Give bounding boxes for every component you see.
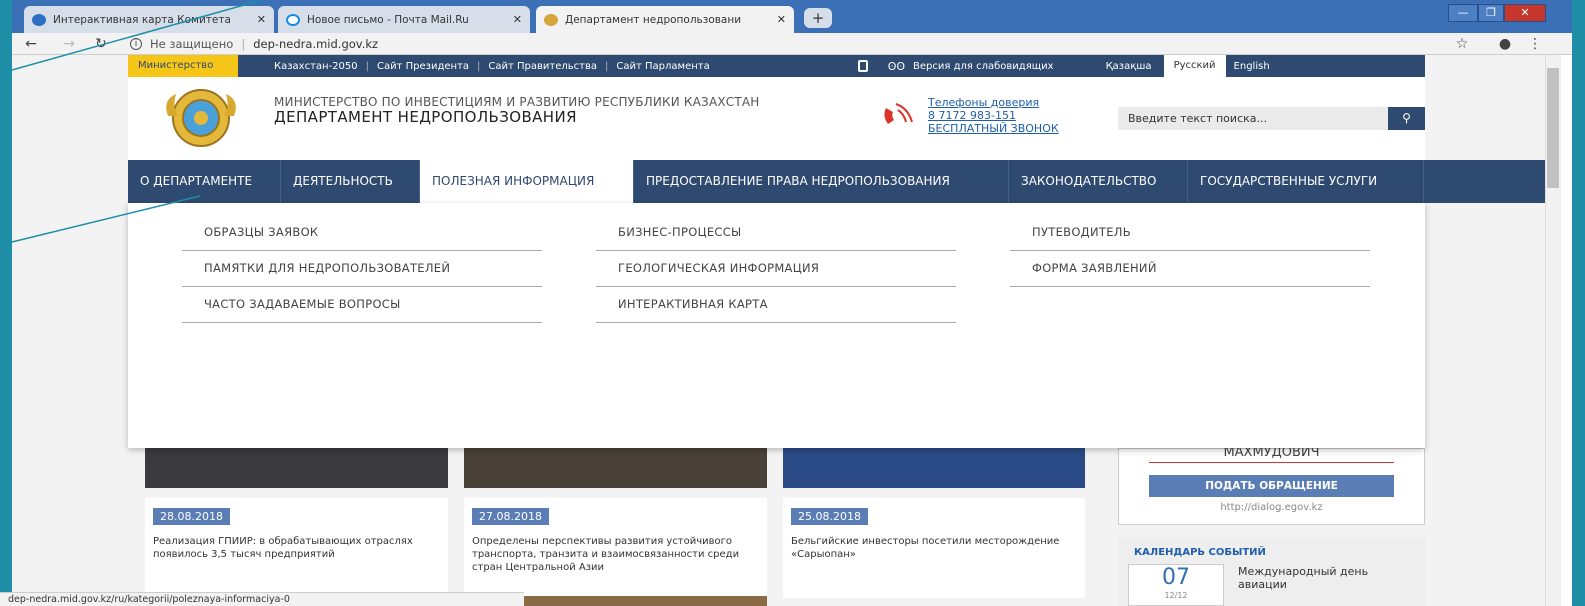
department-title: ДЕПАРТАМЕНТ НЕДРОПОЛЬЗОВАНИЯ bbox=[274, 108, 577, 126]
dropdown-column: БИЗНЕС-ПРОЦЕССЫ ГЕОЛОГИЧЕСКАЯ ИНФОРМАЦИЯ… bbox=[596, 217, 956, 323]
profile-icon[interactable]: ● bbox=[1494, 33, 1516, 55]
tab-label: Интерактивная карта Комитета bbox=[53, 13, 231, 26]
nav-activity[interactable]: ДЕЯТЕЛЬНОСТЬ bbox=[281, 160, 420, 203]
hotline-free[interactable]: БЕСПЛАТНЫЙ ЗВОНОК bbox=[928, 122, 1059, 135]
dropdown-item[interactable]: ЧАСТО ЗАДАВАЕМЫЕ ВОПРОСЫ bbox=[182, 289, 542, 323]
dropdown-item[interactable]: ГЕОЛОГИЧЕСКАЯ ИНФОРМАЦИЯ bbox=[596, 253, 956, 287]
calendar-title: КАЛЕНДАРЬ СОБЫТИЙ bbox=[1134, 547, 1266, 558]
reload-icon[interactable]: ↻ bbox=[90, 33, 112, 55]
map-favicon-icon bbox=[32, 13, 46, 26]
nav-subsoil-rights[interactable]: ПРЕДОСТАВЛЕНИЕ ПРАВА НЕДРОПОЛЬЗОВАНИЯ bbox=[634, 160, 1009, 203]
mail-favicon-icon bbox=[286, 13, 300, 26]
browser-tab-map[interactable]: Интерактивная карта Комитета ✕ bbox=[24, 6, 274, 33]
maximize-button[interactable]: ❐ bbox=[1478, 4, 1504, 22]
news-date: 25.08.2018 bbox=[791, 508, 868, 525]
back-arrow-icon[interactable]: ← bbox=[20, 33, 42, 55]
browser-tab-mail[interactable]: Новое письмо - Почта Mail.Ru ✕ bbox=[278, 6, 530, 33]
calendar-event[interactable]: Международный день авиации bbox=[1238, 565, 1408, 591]
tab-label: Новое письмо - Почта Mail.Ru bbox=[307, 13, 469, 26]
hotline-block[interactable]: Телефоны доверия 8 7172 983-151 БЕСПЛАТН… bbox=[928, 96, 1059, 135]
news-date: 28.08.2018 bbox=[153, 508, 230, 525]
submit-appeal-button[interactable]: ПОДАТЬ ОБРАЩЕНИЕ bbox=[1149, 475, 1394, 497]
dropdown-item[interactable]: ИНТЕРАКТИВНАЯ КАРТА bbox=[596, 289, 956, 323]
lang-english[interactable]: English bbox=[1226, 61, 1278, 72]
dropdown-item[interactable]: ПУТЕВОДИТЕЛЬ bbox=[1010, 217, 1370, 251]
url-text[interactable]: dep-nedra.mid.gov.kz bbox=[253, 37, 378, 51]
dropdown-item[interactable]: ФОРМА ЗАЯВЛЕНИЙ bbox=[1010, 253, 1370, 287]
lang-russian[interactable]: Русский bbox=[1163, 55, 1226, 77]
menu-dots-icon[interactable]: ⋮ bbox=[1528, 33, 1542, 55]
address-bar[interactable]: i Не защищено | dep-nedra.mid.gov.kz bbox=[130, 34, 1480, 54]
forward-arrow-icon[interactable]: → bbox=[58, 33, 80, 55]
status-bar-url: dep-nedra.mid.gov.kz/ru/kategorii/polezn… bbox=[0, 592, 524, 606]
news-photo[interactable] bbox=[783, 448, 1085, 488]
search-icon[interactable]: ⚲ bbox=[1388, 107, 1425, 130]
new-tab-button[interactable]: + bbox=[804, 8, 832, 28]
news-card[interactable]: 25.08.2018 Бельгийские инвесторы посетил… bbox=[783, 498, 1085, 598]
slide-frame-left bbox=[0, 0, 12, 606]
emblem-favicon-icon bbox=[544, 13, 558, 26]
info-icon[interactable]: i bbox=[130, 38, 142, 50]
close-icon[interactable]: ✕ bbox=[257, 13, 266, 26]
close-icon[interactable]: ✕ bbox=[513, 13, 522, 26]
news-title[interactable]: Реализация ГПИИР: в обрабатывающих отрас… bbox=[153, 535, 440, 561]
main-navigation: О ДЕПАРТАМЕНТЕ ДЕЯТЕЛЬНОСТЬ ПОЛЕЗНАЯ ИНФ… bbox=[128, 160, 1545, 203]
news-photo[interactable] bbox=[145, 448, 448, 488]
hotline-phone[interactable]: 8 7172 983-151 bbox=[928, 109, 1059, 122]
nav-legislation[interactable]: ЗАКОНОДАТЕЛЬСТВО bbox=[1009, 160, 1188, 203]
calendar-day: 07 bbox=[1162, 565, 1190, 590]
scrollbar-thumb[interactable] bbox=[1547, 68, 1559, 188]
calendar-date-box: 07 12/12 bbox=[1128, 564, 1224, 606]
dropdown-column: ОБРАЗЦЫ ЗАЯВОК ПАМЯТКИ ДЛЯ НЕДРОПОЛЬЗОВА… bbox=[182, 217, 542, 323]
hotline-title[interactable]: Телефоны доверия bbox=[928, 96, 1059, 109]
ministry-link[interactable]: Министерство bbox=[128, 55, 238, 77]
news-card[interactable]: 27.08.2018 Определены перспективы развит… bbox=[464, 498, 767, 598]
window-close-button[interactable]: ✕ bbox=[1504, 4, 1546, 22]
nav-public-services[interactable]: ГОСУДАРСТВЕННЫЕ УСЛУГИ bbox=[1188, 160, 1424, 203]
glasses-icon[interactable]: ʘʘ bbox=[888, 60, 905, 73]
calendar-month: 12/12 bbox=[1164, 591, 1188, 600]
close-icon[interactable]: ✕ bbox=[777, 13, 786, 26]
link-president[interactable]: Сайт Президента bbox=[369, 61, 477, 72]
link-government[interactable]: Сайт Правительства bbox=[480, 61, 605, 72]
official-name: МАХМУДОВИЧ bbox=[1149, 446, 1394, 463]
useful-info-dropdown: ОБРАЗЦЫ ЗАЯВОК ПАМЯТКИ ДЛЯ НЕДРОПОЛЬЗОВА… bbox=[128, 203, 1425, 448]
news-photo[interactable] bbox=[524, 596, 767, 606]
security-label: Не защищено bbox=[150, 37, 234, 51]
top-links-bar: Министерство Казахстан-2050 | Сайт Презид… bbox=[128, 55, 1425, 77]
ministry-title: МИНИСТЕРСТВО ПО ИНВЕСТИЦИЯМ И РАЗВИТИЮ Р… bbox=[274, 95, 760, 109]
separator: | bbox=[241, 37, 246, 51]
news-date: 27.08.2018 bbox=[472, 508, 549, 525]
tablet-icon[interactable] bbox=[857, 60, 868, 72]
low-vision-link[interactable]: Версия для слабовидящих bbox=[905, 61, 1062, 72]
appeal-widget: МАХМУДОВИЧ ПОДАТЬ ОБРАЩЕНИЕ http://dialo… bbox=[1118, 446, 1425, 525]
minimize-button[interactable]: — bbox=[1448, 4, 1478, 22]
news-photo[interactable] bbox=[464, 448, 767, 488]
slide-frame-right bbox=[1572, 0, 1585, 606]
tab-label: Департамент недропользовани bbox=[565, 13, 742, 26]
news-title[interactable]: Бельгийские инвесторы посетили месторожд… bbox=[791, 535, 1077, 561]
dropdown-column: ПУТЕВОДИТЕЛЬ ФОРМА ЗАЯВЛЕНИЙ bbox=[1010, 217, 1370, 287]
bookmark-star-icon[interactable]: ☆ bbox=[1452, 33, 1472, 55]
nav-useful-info[interactable]: ПОЛЕЗНАЯ ИНФОРМАЦИЯ bbox=[420, 160, 634, 203]
dropdown-item[interactable]: ОБРАЗЦЫ ЗАЯВОК bbox=[182, 217, 542, 251]
phone-icon bbox=[880, 102, 918, 130]
dialog-link[interactable]: http://dialog.egov.kz bbox=[1119, 502, 1424, 513]
events-calendar: КАЛЕНДАРЬ СОБЫТИЙ 07 12/12 Международный… bbox=[1118, 537, 1425, 606]
dropdown-item[interactable]: БИЗНЕС-ПРОЦЕССЫ bbox=[596, 217, 956, 251]
kazakhstan-emblem-logo[interactable] bbox=[158, 86, 244, 150]
browser-tab-department[interactable]: Департамент недропользовани ✕ bbox=[536, 6, 794, 33]
link-kazakhstan-2050[interactable]: Казахстан-2050 bbox=[266, 61, 366, 72]
link-parliament[interactable]: Сайт Парламента bbox=[608, 61, 717, 72]
search-input[interactable]: Введите текст поиска... bbox=[1118, 107, 1388, 130]
lang-kazakh[interactable]: Қазақша bbox=[1098, 61, 1160, 72]
nav-about[interactable]: О ДЕПАРТАМЕНТЕ bbox=[128, 160, 281, 203]
news-title[interactable]: Определены перспективы развития устойчив… bbox=[472, 535, 759, 574]
dropdown-item[interactable]: ПАМЯТКИ ДЛЯ НЕДРОПОЛЬЗОВАТЕЛЕЙ bbox=[182, 253, 542, 287]
news-card[interactable]: 28.08.2018 Реализация ГПИИР: в обрабатыв… bbox=[145, 498, 448, 598]
